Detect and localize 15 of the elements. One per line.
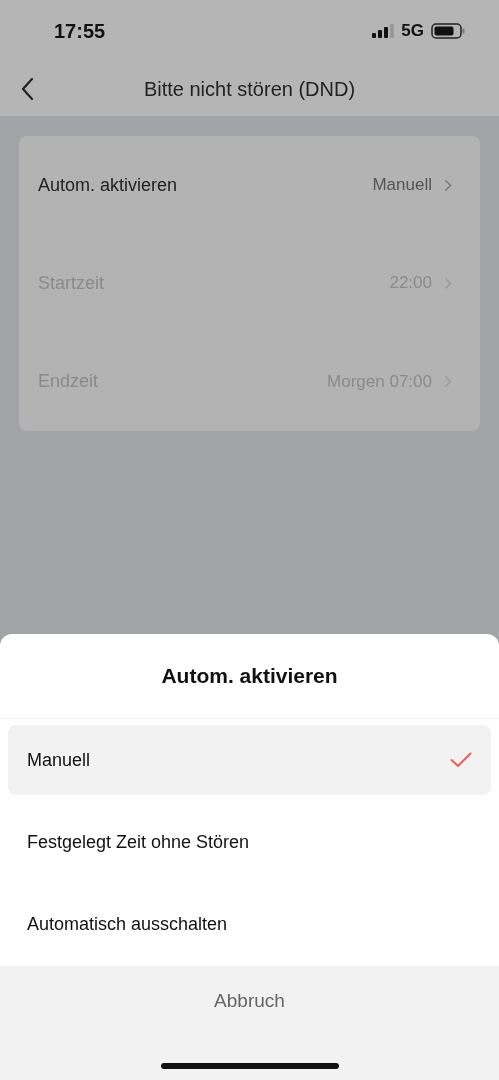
- page-title: Bitte nicht stören (DND): [143, 77, 356, 101]
- settings-row[interactable]: Autom. aktivieren Manuell: [38, 136, 452, 235]
- status-time: 17:55: [54, 19, 106, 43]
- chevron-icon: [444, 276, 452, 290]
- signal-icon: [372, 24, 395, 38]
- option-item[interactable]: Festgelegt Zeit ohne Stören: [8, 807, 491, 877]
- chevron-icon: [444, 375, 452, 389]
- chevron-icon: [444, 178, 452, 192]
- option-item[interactable]: Automatisch ausschalten: [8, 889, 491, 959]
- battery-icon: [431, 23, 465, 39]
- network-label: 5G: [401, 21, 424, 41]
- option-item[interactable]: Manuell: [8, 725, 491, 795]
- back-icon[interactable]: [20, 77, 34, 101]
- sheet-title: Autom. aktivieren: [0, 634, 499, 719]
- check-icon: [450, 752, 472, 768]
